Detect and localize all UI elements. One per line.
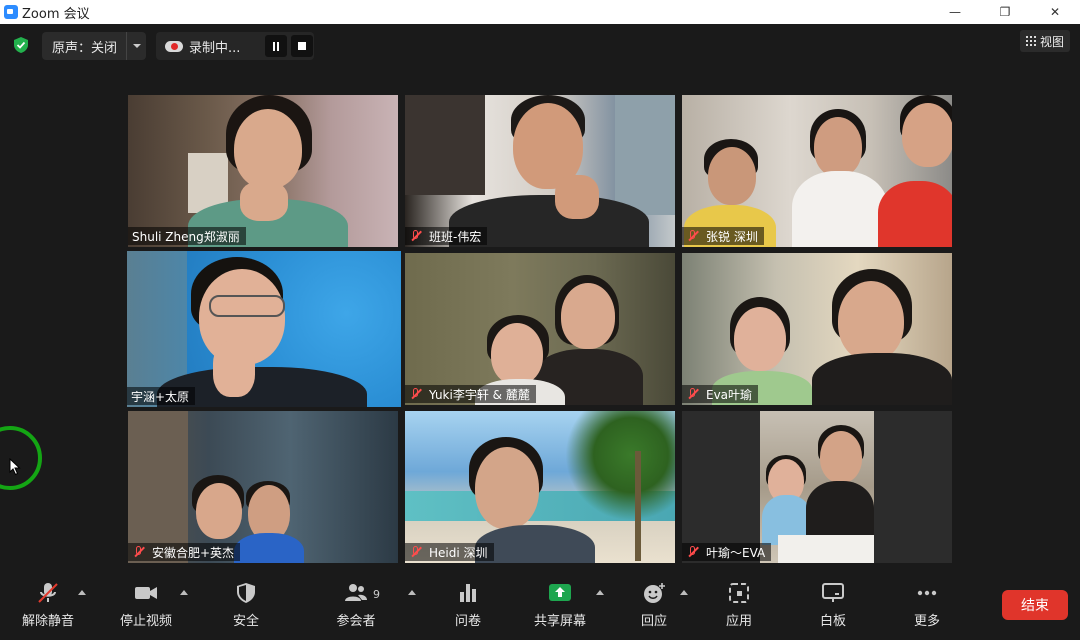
apps-icon [729, 583, 749, 603]
security-label: 安全 [232, 614, 259, 629]
click-highlight-ring [0, 426, 42, 490]
whiteboard-button[interactable]: 白板 [793, 582, 873, 629]
video-tile[interactable]: Eva叶瑜 [682, 253, 952, 405]
apps-label: 应用 [725, 614, 752, 629]
bar-chart-icon [460, 584, 476, 602]
more-button[interactable]: 更多 [887, 582, 967, 629]
reactions-label: 回应 [640, 614, 667, 629]
mouse-cursor-icon [9, 458, 21, 476]
polls-label: 问卷 [454, 614, 481, 629]
participant-name-tag: 班班-伟宏 [405, 227, 488, 245]
cloud-recording-icon [165, 39, 183, 53]
video-tile[interactable]: 张锐 深圳 [682, 95, 952, 247]
close-button[interactable]: ✕ [1030, 0, 1080, 24]
participant-name-tag: Eva叶瑜 [682, 385, 759, 403]
grid-view-icon [1025, 36, 1036, 46]
participants-count: 9 [373, 588, 380, 601]
end-meeting-button[interactable]: 结束 [1002, 590, 1068, 620]
video-tile-active-speaker[interactable]: 宇涵+太原 [127, 251, 401, 407]
video-tile[interactable]: Yuki李宇轩 & 麓麓 [405, 253, 675, 405]
muted-mic-icon [409, 545, 423, 559]
meeting-topbar: 原声：关闭 录制中... 视图 [0, 24, 1080, 68]
participants-button[interactable]: 参会者 [316, 582, 396, 629]
encryption-shield-icon[interactable] [12, 36, 30, 54]
apps-button[interactable]: 应用 [699, 582, 779, 629]
chevron-down-icon[interactable] [126, 32, 146, 60]
polls-button[interactable]: 问卷 [428, 582, 508, 629]
recording-indicator: 录制中... [156, 32, 314, 60]
share-screen-icon [549, 584, 571, 601]
participant-name-tag: 张锐 深圳 [682, 227, 764, 245]
original-sound-label: 原声：关闭 [52, 40, 118, 56]
muted-mic-icon [686, 545, 700, 559]
participant-name-tag: 宇涵+太原 [127, 387, 196, 405]
security-shield-icon [237, 583, 255, 603]
zoom-logo-icon [4, 5, 18, 19]
participant-name-tag: 叶瑜～EVA [682, 543, 772, 561]
window-controls: — ❐ ✕ [930, 0, 1080, 24]
recording-label: 录制中... [189, 40, 241, 56]
whiteboard-label: 白板 [819, 614, 846, 629]
muted-mic-icon [132, 545, 146, 559]
muted-mic-icon [686, 229, 700, 243]
stop-video-button[interactable]: 停止视频 [106, 582, 186, 629]
video-tile[interactable]: 安徽合肥+英杰 [128, 411, 398, 563]
window-titlebar: Zoom 会议 — ❐ ✕ [0, 0, 1080, 24]
more-label: 更多 [913, 614, 940, 629]
audio-options-caret[interactable] [78, 590, 86, 595]
whiteboard-icon [822, 583, 844, 602]
participants-icon [345, 584, 367, 601]
video-tile[interactable]: 叶瑜～EVA [682, 411, 952, 563]
original-sound-toggle[interactable]: 原声：关闭 [42, 32, 146, 60]
video-tile[interactable]: Heidi 深圳 [405, 411, 675, 563]
participants-label: 参会者 [336, 614, 376, 629]
share-screen-button[interactable]: 共享屏幕 [520, 582, 600, 629]
unmute-button[interactable]: 解除静音 [8, 582, 88, 629]
video-tile[interactable]: Shuli Zheng郑淑丽 [128, 95, 398, 247]
participant-name-tag: Shuli Zheng郑淑丽 [128, 227, 246, 245]
muted-mic-icon [409, 387, 423, 401]
video-tile[interactable]: 班班-伟宏 [405, 95, 675, 247]
pause-recording-button[interactable] [265, 35, 287, 57]
more-dots-icon [917, 590, 937, 596]
stop-recording-button[interactable] [291, 35, 313, 57]
window-title: Zoom 会议 [22, 6, 90, 22]
meeting-controls-toolbar: 解除静音 停止视频 安全 参会者 9 问卷 共享屏幕 回应 应用 白板 更多 [0, 576, 1080, 640]
muted-mic-icon [686, 387, 700, 401]
view-label: 视图 [1039, 34, 1064, 49]
unmute-label: 解除静音 [21, 614, 74, 629]
smiley-plus-icon [644, 583, 665, 603]
stop-video-label: 停止视频 [119, 614, 172, 629]
muted-mic-icon [409, 229, 423, 243]
view-button[interactable]: 视图 [1020, 30, 1070, 52]
participants-options-caret[interactable] [408, 590, 416, 595]
participant-name-tag: Heidi 深圳 [405, 543, 494, 561]
reactions-options-caret[interactable] [680, 590, 688, 595]
restore-button[interactable]: ❐ [980, 0, 1030, 24]
video-options-caret[interactable] [180, 590, 188, 595]
minimize-button[interactable]: — [930, 0, 980, 24]
participant-name-tag: Yuki李宇轩 & 麓麓 [405, 385, 536, 403]
muted-microphone-icon [38, 583, 58, 603]
participant-name-tag: 安徽合肥+英杰 [128, 543, 241, 561]
share-options-caret[interactable] [596, 590, 604, 595]
video-camera-icon [135, 587, 157, 599]
share-screen-label: 共享屏幕 [533, 614, 586, 629]
security-button[interactable]: 安全 [206, 582, 286, 629]
